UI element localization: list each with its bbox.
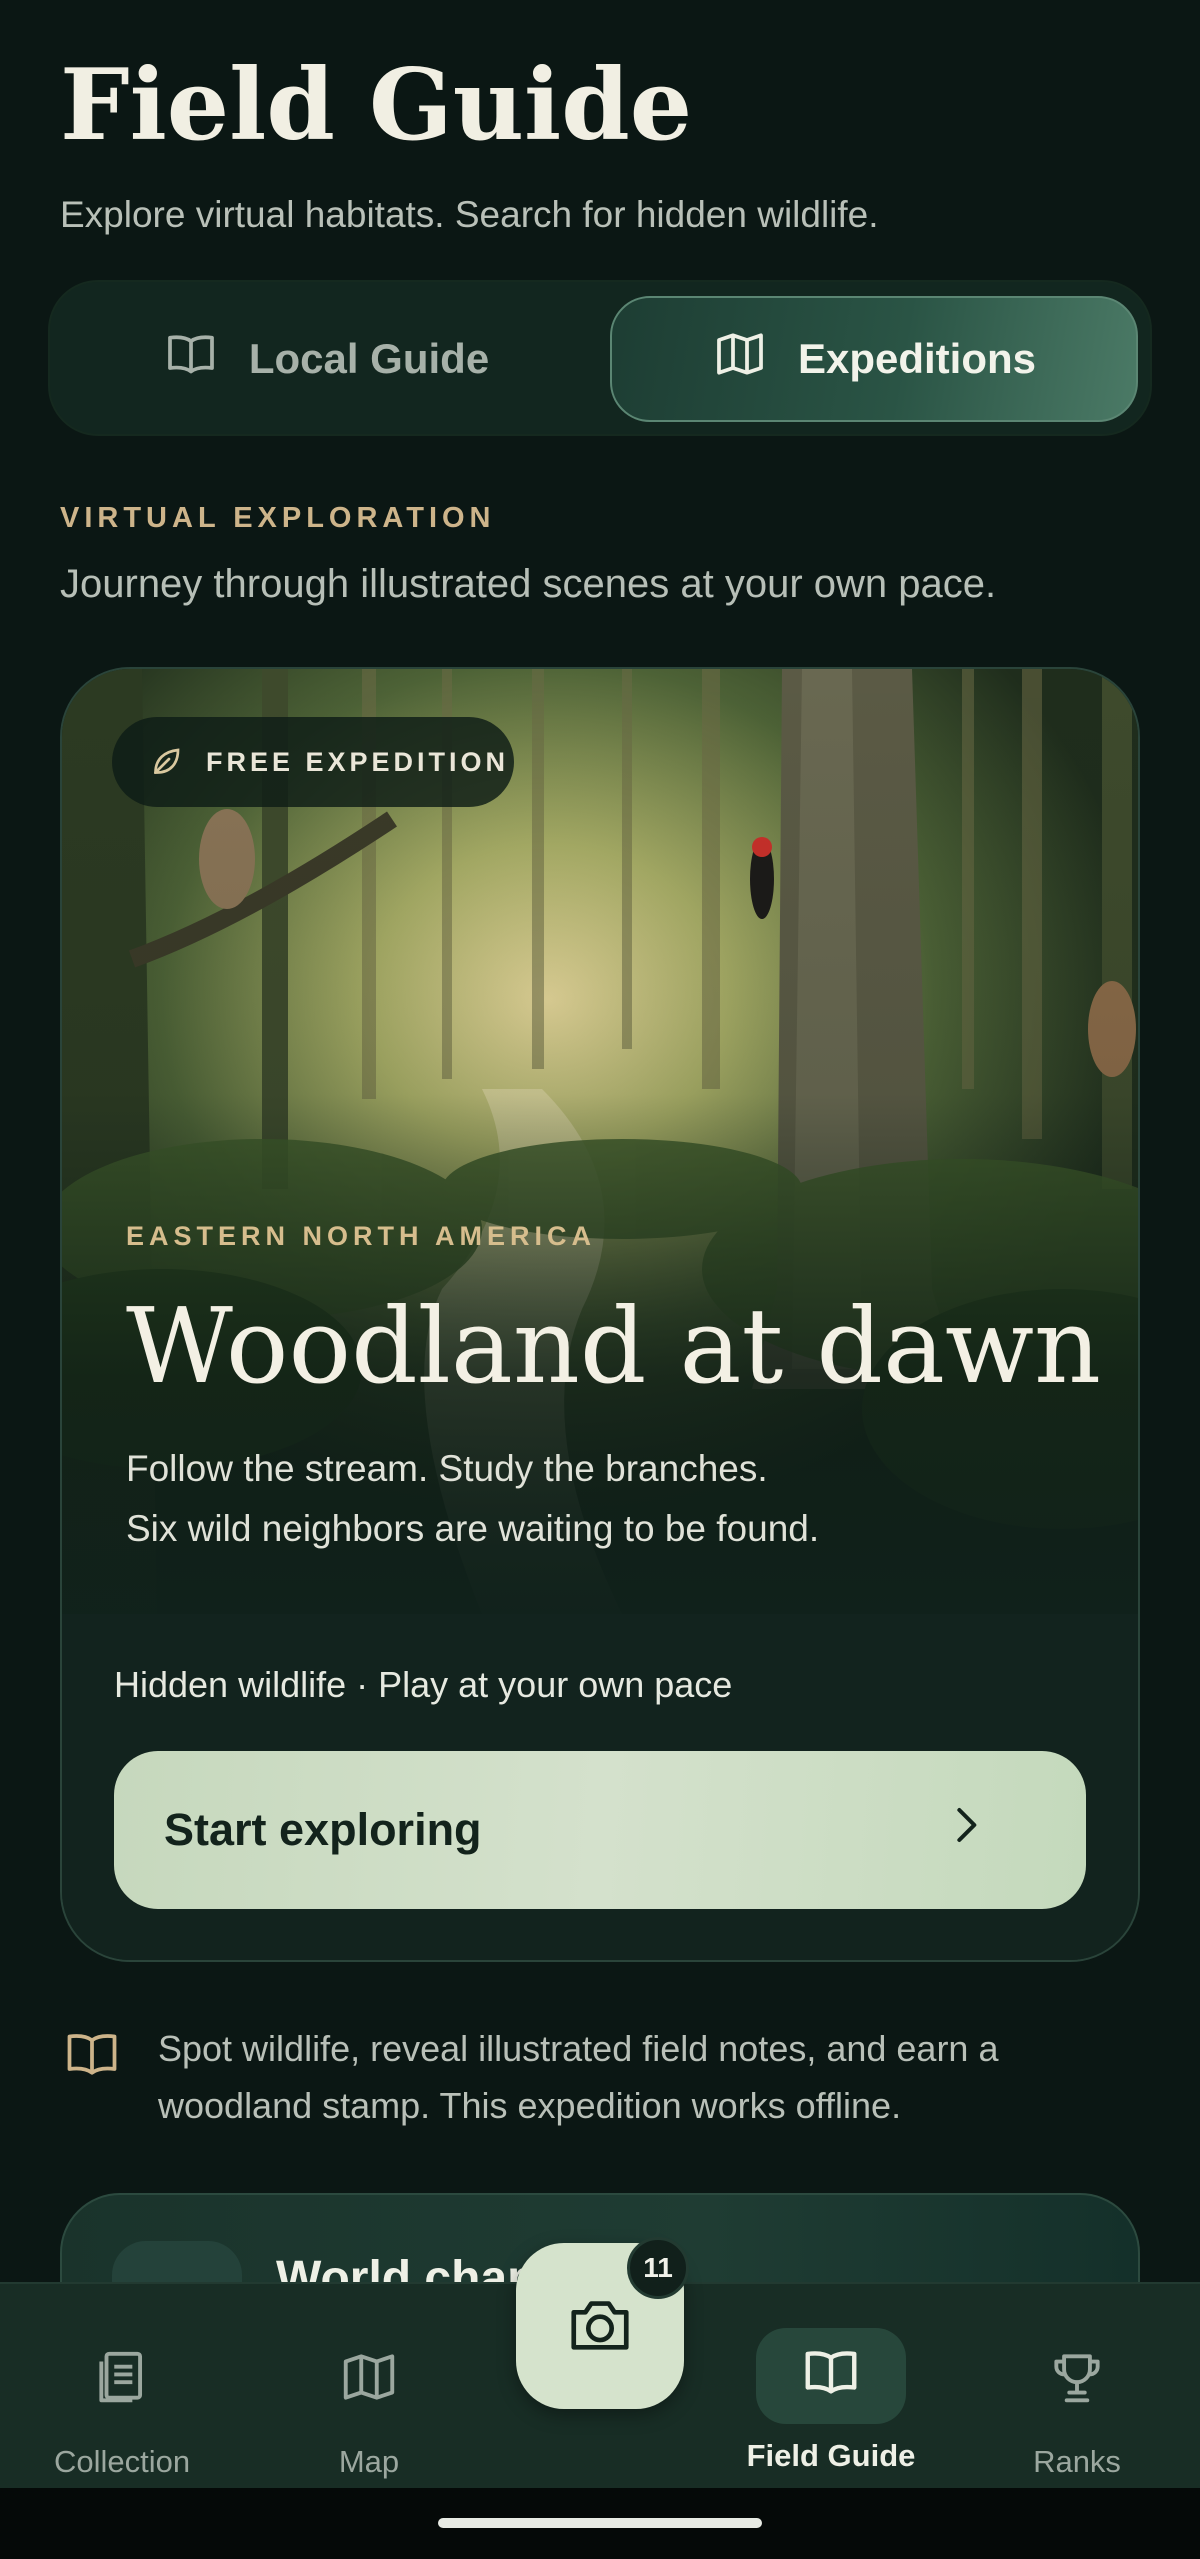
section-description: Journey through illustrated scenes at yo… — [60, 562, 997, 606]
field-guide-screen: Field Guide Explore virtual habitats. Se… — [0, 0, 1200, 2559]
start-exploring-button[interactable]: Start exploring — [114, 1751, 1086, 1909]
note-text: Spot wildlife, reveal illustrated field … — [158, 2028, 999, 2126]
book-icon — [62, 2020, 122, 2134]
collection-icon — [91, 2284, 153, 2416]
expedition-note: Spot wildlife, reveal illustrated field … — [62, 2020, 1142, 2134]
map-icon — [712, 326, 768, 392]
tab-local-guide[interactable]: Local Guide — [62, 296, 590, 422]
nav-label: Collection — [53, 2444, 191, 2479]
tab-label: Local Guide — [248, 335, 490, 382]
page-subtitle: Explore virtual habitats. Search for hid… — [60, 194, 879, 235]
camera-count-badge: 11 — [627, 2237, 689, 2299]
guide-tab-switcher: Local Guide Expeditions — [48, 280, 1152, 436]
forest-scene-illustration: FREE EXPEDITION EASTERN NORTH AMERICA Wo… — [62, 669, 1138, 1614]
tab-label: Expeditions — [797, 335, 1037, 382]
tab-expeditions[interactable]: Expeditions — [610, 296, 1138, 422]
nav-label: Map — [338, 2444, 400, 2479]
camera-icon — [565, 2289, 635, 2364]
leaf-icon — [148, 744, 184, 780]
expedition-title: Woodland at dawn — [126, 1285, 1101, 1407]
home-indicator[interactable] — [438, 2518, 762, 2528]
expedition-description-line-2: Six wild neighbors are waiting to be fou… — [126, 1508, 820, 1549]
trophy-icon — [1046, 2284, 1108, 2416]
active-indicator — [756, 2328, 906, 2424]
expedition-region: EASTERN NORTH AMERICA — [126, 1221, 597, 1251]
chevron-right-icon — [946, 1804, 986, 1856]
map-icon — [338, 2284, 400, 2416]
badge-label: FREE EXPEDITION — [206, 746, 510, 777]
expedition-meta: Hidden wildlife · Play at your own pace — [114, 1664, 733, 1705]
book-icon — [800, 2341, 862, 2411]
section-eyebrow: VIRTUAL EXPLORATION — [60, 502, 496, 534]
nav-item-collection[interactable]: Collection — [22, 2284, 222, 2490]
nav-item-map[interactable]: Map — [269, 2284, 469, 2490]
nav-item-field-guide[interactable]: Field Guide — [731, 2284, 931, 2490]
page-title: Field Guide — [60, 48, 693, 163]
expedition-description-line-1: Follow the stream. Study the branches. — [126, 1448, 768, 1489]
start-exploring-label: Start exploring — [164, 1804, 482, 1855]
nav-label: Field Guide — [746, 2438, 916, 2473]
expedition-description: Follow the stream. Study the branches. S… — [126, 1439, 1026, 1559]
book-icon — [163, 326, 219, 392]
nav-item-ranks[interactable]: Ranks — [977, 2284, 1177, 2490]
system-gesture-area — [0, 2488, 1200, 2559]
nav-label: Ranks — [1033, 2444, 1121, 2479]
free-expedition-badge: FREE EXPEDITION — [112, 717, 514, 807]
